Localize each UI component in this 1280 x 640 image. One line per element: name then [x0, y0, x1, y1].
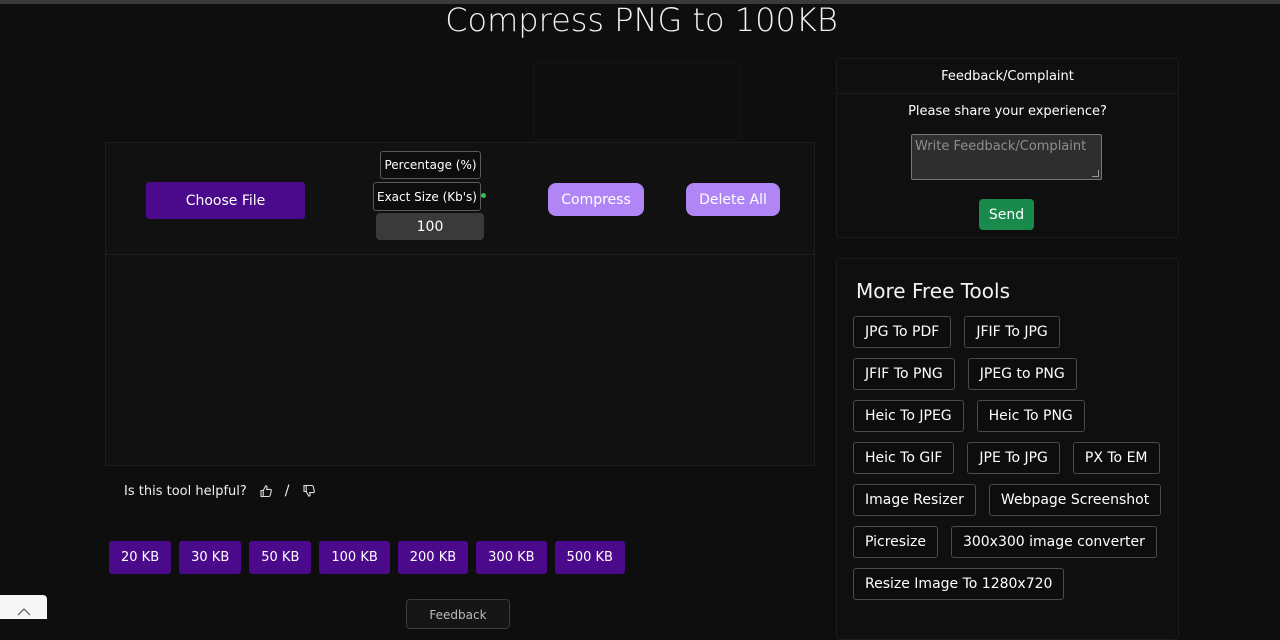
tool-link-jpeg-to-png[interactable]: JPEG to PNG [967, 358, 1077, 390]
compress-button[interactable]: Compress [548, 183, 644, 216]
page-title: Compress PNG to 100KB [445, 1, 838, 39]
helpful-question: Is this tool helpful? [124, 483, 247, 499]
tool-link-jpe-to-jpg[interactable]: JPE To JPG [967, 442, 1060, 474]
feedback-prompt: Please share your experience? [908, 104, 1107, 119]
tool-link-300x300-converter[interactable]: 300x300 image converter [950, 526, 1157, 558]
thumbs-up-icon[interactable] [259, 484, 273, 498]
size-button-30kb[interactable]: 30 KB [179, 541, 242, 574]
tool-link-webpage-screenshot[interactable]: Webpage Screenshot [988, 484, 1162, 516]
tool-link-jpg-to-pdf[interactable]: JPG To PDF [853, 316, 952, 348]
send-button[interactable]: Send [979, 199, 1034, 230]
tool-link-heic-to-jpeg[interactable]: Heic To JPEG [853, 400, 964, 432]
more-tools-list: JPG To PDF JFIF To JPG JFIF To PNG JPEG … [853, 316, 1163, 600]
target-size-input[interactable]: 100 [376, 213, 484, 240]
selected-indicator [481, 193, 486, 198]
tool-link-heic-to-gif[interactable]: Heic To GIF [853, 442, 955, 474]
tool-link-image-resizer[interactable]: Image Resizer [853, 484, 976, 516]
more-tools-panel: More Free Tools JPG To PDF JFIF To JPG J… [836, 258, 1179, 640]
compress-tool-panel: Choose File Percentage (%) Exact Size (K… [105, 142, 815, 466]
chevron-up-icon [17, 601, 31, 619]
ad-placeholder [533, 62, 741, 140]
panel-divider [106, 254, 814, 255]
exact-size-option-button[interactable]: Exact Size (Kb's) [373, 182, 481, 211]
thumbs-down-icon[interactable] [302, 484, 316, 498]
size-button-100kb[interactable]: 100 KB [319, 541, 390, 574]
size-button-50kb[interactable]: 50 KB [249, 541, 312, 574]
scroll-to-top-button[interactable] [0, 595, 47, 619]
size-button-500kb[interactable]: 500 KB [554, 541, 625, 574]
helpful-separator: / [284, 483, 290, 499]
delete-all-button[interactable]: Delete All [686, 183, 780, 216]
feedback-tab[interactable]: Feedback [406, 599, 510, 629]
more-tools-title: More Free Tools [856, 279, 1011, 303]
feedback-heading: Feedback/Complaint [837, 59, 1178, 94]
resize-handle[interactable] [1092, 170, 1099, 177]
tool-link-heic-to-png[interactable]: Heic To PNG [976, 400, 1085, 432]
feedback-textarea[interactable]: Write Feedback/Complaint [911, 134, 1102, 180]
size-button-20kb[interactable]: 20 KB [109, 541, 172, 574]
preset-size-list: 20 KB 30 KB 50 KB 100 KB 200 KB 300 KB 5… [109, 541, 625, 574]
size-button-200kb[interactable]: 200 KB [397, 541, 469, 574]
feedback-panel: Feedback/Complaint Please share your exp… [836, 58, 1179, 238]
percentage-option-button[interactable]: Percentage (%) [380, 151, 481, 179]
tool-link-px-to-em[interactable]: PX To EM [1072, 442, 1160, 474]
tool-link-jfif-to-png[interactable]: JFIF To PNG [853, 358, 955, 390]
tool-link-jfif-to-jpg[interactable]: JFIF To JPG [964, 316, 1060, 348]
choose-file-button[interactable]: Choose File [146, 182, 305, 219]
tool-link-resize-1280x720[interactable]: Resize Image To 1280x720 [853, 568, 1065, 600]
helpful-poll: Is this tool helpful? / [124, 483, 316, 499]
size-button-300kb[interactable]: 300 KB [476, 541, 547, 574]
tool-link-picresize[interactable]: Picresize [853, 526, 938, 558]
feedback-placeholder: Write Feedback/Complaint [915, 139, 1087, 154]
